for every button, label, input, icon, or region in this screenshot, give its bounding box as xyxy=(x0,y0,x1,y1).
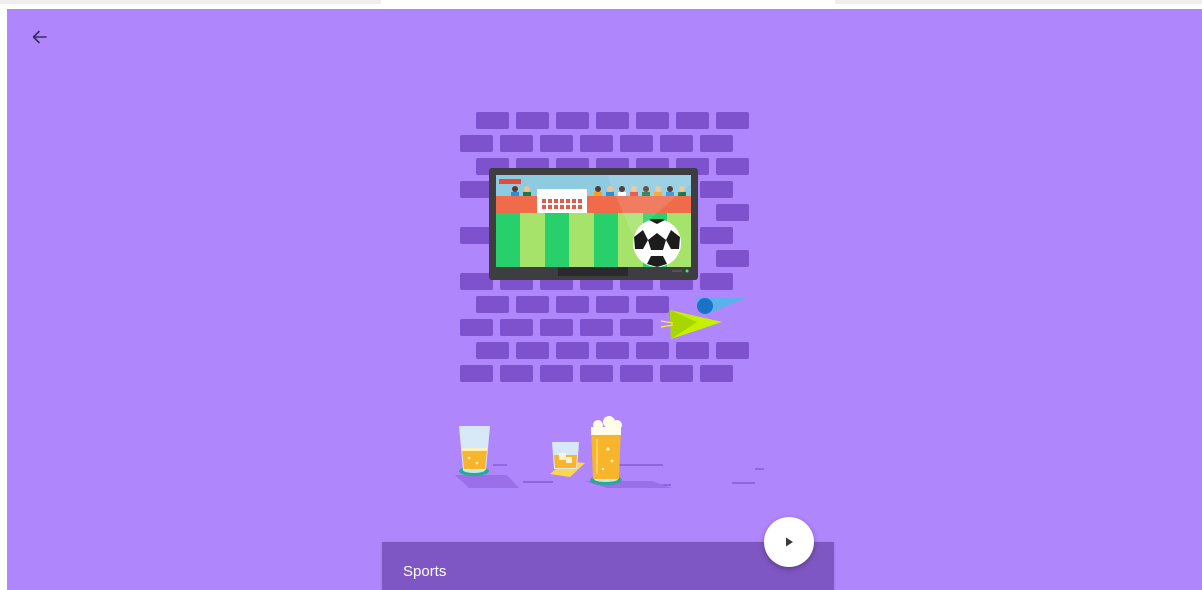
drinks xyxy=(455,416,764,488)
top-strip-right xyxy=(835,0,1202,4)
soccer-ball xyxy=(633,219,681,267)
caption-title: Sports xyxy=(403,563,447,580)
sports-illustration xyxy=(455,112,764,488)
media-stage: Sports xyxy=(7,9,1202,590)
pennant-flags xyxy=(660,297,746,339)
play-icon xyxy=(786,537,793,547)
top-strip xyxy=(0,0,1202,9)
top-strip-left xyxy=(0,0,381,4)
play-button[interactable] xyxy=(764,517,814,567)
